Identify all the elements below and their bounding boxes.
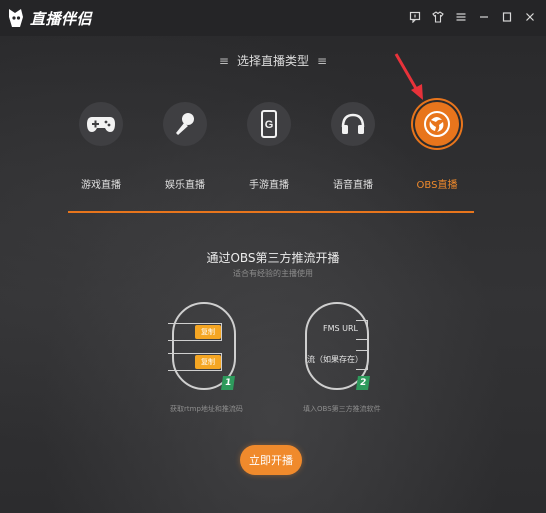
mode-game[interactable]: 游戏直播	[68, 102, 134, 191]
mode-voice[interactable]: 语音直播	[320, 102, 386, 191]
copy-stream-key-button[interactable]: 复制	[195, 355, 221, 369]
obs-title: 通过OBS第三方推流开播	[206, 251, 340, 265]
stream-key-label: 流（如果存在）	[307, 355, 363, 364]
active-mode-underline	[68, 211, 474, 213]
copy-rtmp-button[interactable]: 复制	[195, 325, 221, 339]
mode-label: OBS直播	[416, 180, 458, 191]
app-title: 直播伴侣	[30, 9, 93, 28]
stream-key-field	[356, 350, 368, 370]
close-icon[interactable]	[522, 9, 538, 25]
step-2-caption: 填入OBS第三方推流软件	[303, 405, 381, 413]
phone-icon: G	[247, 102, 291, 146]
obs-icon	[415, 102, 459, 146]
menu-icon[interactable]	[453, 9, 469, 25]
section-title: ≡ 选择直播类型 ≡	[0, 52, 546, 69]
section-deco-right: ≡	[317, 54, 328, 68]
mode-label: 手游直播	[249, 180, 289, 191]
svg-text:G: G	[265, 119, 274, 131]
step-1-caption: 获取rtmp地址和推流码	[170, 405, 243, 413]
obs-subtitle: 适合有经验的主播使用	[233, 269, 313, 278]
mode-mobile-game[interactable]: G 手游直播	[236, 102, 302, 191]
headphones-icon	[331, 102, 375, 146]
microphone-icon	[163, 102, 207, 146]
start-live-button[interactable]: 立即开播	[240, 445, 302, 475]
step-2-badge: 2	[356, 376, 370, 390]
mode-label: 语音直播	[333, 180, 373, 191]
mode-entertainment[interactable]: 娱乐直播	[152, 102, 218, 191]
maximize-icon[interactable]	[499, 9, 515, 25]
gamepad-icon	[79, 102, 123, 146]
app-logo-icon	[9, 9, 23, 27]
title-bar: 直播伴侣	[0, 0, 546, 36]
minimize-icon[interactable]	[476, 9, 492, 25]
skin-icon[interactable]	[430, 9, 446, 25]
fms-url-label: FMS URL	[323, 324, 358, 333]
mode-label: 娱乐直播	[165, 180, 205, 191]
section-deco-left: ≡	[218, 54, 229, 68]
fms-url-field	[356, 320, 368, 340]
step-1-badge: 1	[221, 376, 235, 390]
feedback-icon[interactable]	[407, 9, 423, 25]
mode-obs[interactable]: OBS直播	[404, 102, 470, 191]
mode-label: 游戏直播	[81, 180, 121, 191]
live-mode-list: 游戏直播 娱乐直播 G 手游直播 语音直播 OBS直播	[68, 102, 474, 202]
app-logo: 直播伴侣	[6, 7, 92, 29]
section-title-text: 选择直播类型	[236, 54, 309, 68]
annotation-arrow-icon	[394, 53, 423, 100]
